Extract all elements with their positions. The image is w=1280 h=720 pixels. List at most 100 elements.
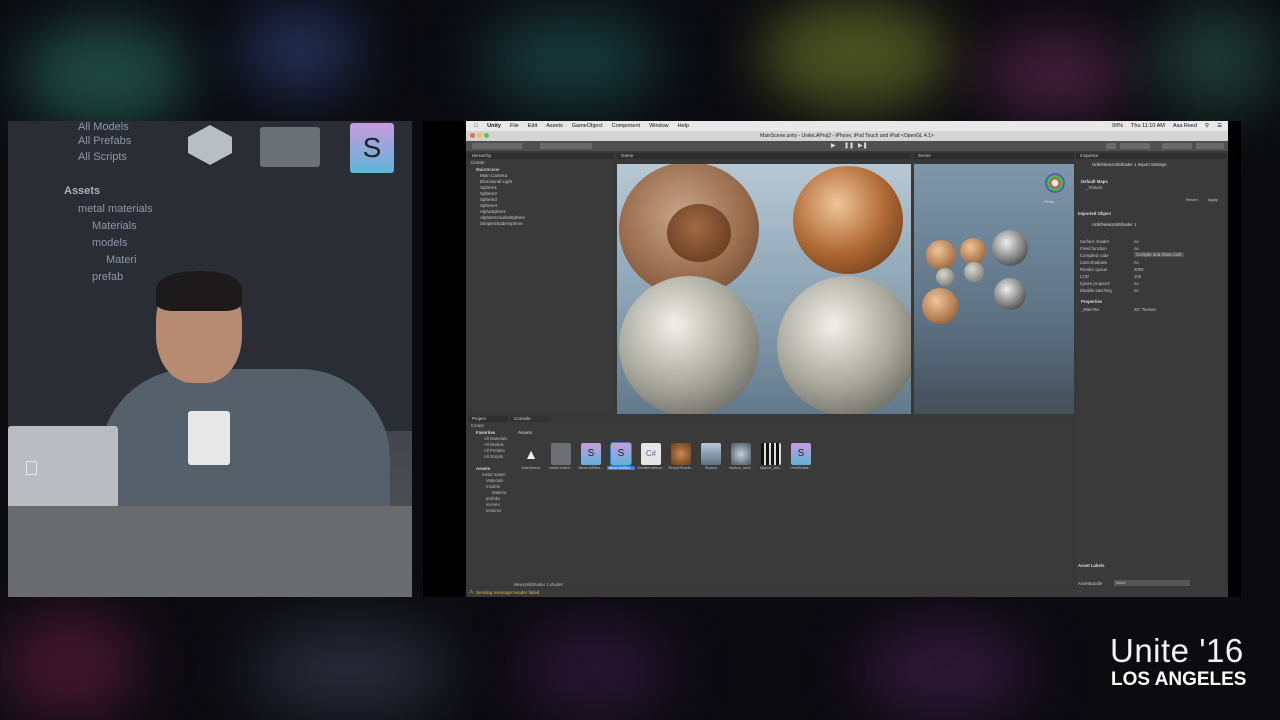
menu-file[interactable]: File xyxy=(510,123,519,129)
folder-icon[interactable] xyxy=(551,443,571,465)
transform-tools[interactable] xyxy=(472,143,522,149)
breadcrumb[interactable]: Assets xyxy=(518,430,532,435)
assets-folder[interactable]: prefabs xyxy=(486,496,500,501)
hierarchy-scene[interactable]: MainScene xyxy=(476,167,500,172)
hierarchy-item[interactable]: Sphere2 xyxy=(480,191,497,196)
hierarchy-create[interactable]: Create xyxy=(471,160,485,165)
speaker-video: All Models All Prefabs All Scripts Asset… xyxy=(8,121,412,597)
asset-bundle-label: AssetBundle xyxy=(1078,581,1103,586)
podium xyxy=(8,506,412,597)
field-label: Cast shadows xyxy=(1080,260,1107,265)
persp-label[interactable]: Persp xyxy=(1044,199,1054,204)
shader-name: Unlit/NewUnlitShader 1 xyxy=(1092,222,1137,227)
apple-menu-icon[interactable]:  xyxy=(474,123,478,129)
speaker-hair xyxy=(156,271,242,311)
tab-scene[interactable]: Scene xyxy=(914,153,1074,159)
shader-icon[interactable]: S xyxy=(610,442,632,466)
hierarchy-item[interactable]: Sphere3 xyxy=(480,197,497,202)
cloud-icon[interactable] xyxy=(1106,143,1116,149)
field-value: no xyxy=(1134,246,1139,251)
hierarchy-item[interactable]: Sphere4 xyxy=(480,203,497,208)
maintex-value: 2D: Texture xyxy=(1134,307,1156,312)
skybox-icon[interactable] xyxy=(701,443,721,465)
rock-sphere-inner xyxy=(667,204,731,262)
assets-folder[interactable]: metal materi xyxy=(482,472,506,477)
compile-show-code-button[interactable]: Compile and show code xyxy=(1134,252,1184,257)
layers-dropdown[interactable] xyxy=(1162,143,1192,149)
revert-button[interactable]: Revert xyxy=(1186,197,1198,202)
field-label: Disable batching xyxy=(1080,288,1112,293)
user-name[interactable]: Asa Reed xyxy=(1173,123,1197,129)
backdrop-label: metal materials xyxy=(78,203,153,215)
assets-folder[interactable]: textures xyxy=(486,508,501,513)
favorites-header[interactable]: Favorites xyxy=(476,430,495,435)
assets-folder[interactable]: Materials xyxy=(486,478,503,483)
hierarchy-item[interactable]: Directional Light xyxy=(480,179,512,184)
status-message[interactable]: Sending message header failed xyxy=(476,590,539,595)
battery-status[interactable]: 99% xyxy=(1112,123,1123,129)
asset-bundle-dropdown[interactable]: None xyxy=(1114,580,1190,586)
minimize-window-button[interactable] xyxy=(477,133,482,138)
shader-icon[interactable]: S xyxy=(581,443,601,465)
assets-folder[interactable]: models xyxy=(486,484,500,489)
app-menu[interactable]: Unity xyxy=(487,123,501,129)
pause-button[interactable]: ❚❚ xyxy=(844,142,854,149)
asset-label: UnlitShade... xyxy=(790,466,812,470)
favorites-item[interactable]: All Models xyxy=(484,442,504,447)
search-icon[interactable]: ⚲ xyxy=(1205,123,1209,129)
assets-folder[interactable]: scenes xyxy=(486,502,500,507)
zoom-window-button[interactable] xyxy=(484,133,489,138)
scene-sphere xyxy=(992,230,1028,266)
layout-dropdown[interactable] xyxy=(1196,143,1224,149)
menu-help[interactable]: Help xyxy=(678,123,689,129)
inspector-asset-title: Unlit/NewUnlitShader 1 Import Settings xyxy=(1092,162,1167,167)
step-button[interactable]: ▶❚ xyxy=(858,142,868,149)
menu-window[interactable]: Window xyxy=(649,123,669,129)
field-value: no xyxy=(1134,281,1139,286)
clock[interactable]: Thu 11:10 AM xyxy=(1131,123,1165,129)
menu-list-icon[interactable]: ☰ xyxy=(1217,123,1222,129)
favorites-item[interactable]: All Materials xyxy=(484,436,507,441)
menu-gameobject[interactable]: GameObject xyxy=(572,123,603,129)
assets-header[interactable]: Assets xyxy=(476,466,490,471)
apply-button[interactable]: Apply xyxy=(1208,197,1218,202)
backdrop-script-icon: S xyxy=(350,123,394,173)
csharp-script-icon[interactable]: C# xyxy=(641,443,661,465)
hierarchy-item[interactable]: SimpleShaderSphere xyxy=(480,221,523,226)
pivot-toggle[interactable] xyxy=(540,143,592,149)
properties-header: Properties xyxy=(1081,299,1103,304)
tab-game[interactable]: Game xyxy=(617,153,911,159)
field-value: no xyxy=(1134,260,1139,265)
close-window-button[interactable] xyxy=(470,133,475,138)
selected-file-path: NewUnlitShader 1.shader xyxy=(514,582,563,587)
laptop:  xyxy=(8,426,118,508)
screen-share:  Unity File Edit Assets GameObject Comp… xyxy=(423,121,1241,597)
menu-edit[interactable]: Edit xyxy=(528,123,537,129)
unity-scene-icon[interactable]: ▲ xyxy=(521,443,541,465)
favorites-item[interactable]: All Scripts xyxy=(484,454,503,459)
backdrop-folder-icon xyxy=(260,127,320,167)
material-icon[interactable] xyxy=(671,443,691,465)
menu-assets[interactable]: Assets xyxy=(546,123,563,129)
project-create[interactable]: Create xyxy=(471,423,484,428)
scene-gizmo-icon[interactable] xyxy=(1044,172,1066,194)
assets-folder[interactable]: Materia xyxy=(492,490,506,495)
account-dropdown[interactable] xyxy=(1120,143,1150,149)
speaker-badge xyxy=(188,411,230,465)
favorites-item[interactable]: All Prefabs xyxy=(484,448,505,453)
asset-label: Skybox xyxy=(704,466,718,470)
shader-icon[interactable]: S xyxy=(791,443,811,465)
asset-label: SimpleShade... xyxy=(668,466,694,470)
skybox-material-icon[interactable] xyxy=(731,443,751,465)
skybox-texture-icon[interactable] xyxy=(761,443,781,465)
texture-row[interactable]: _Texture xyxy=(1086,185,1102,190)
backdrop-label: Materials xyxy=(92,220,137,232)
hierarchy-item[interactable]: Sphere1 xyxy=(480,185,497,190)
hierarchy-item[interactable]: AlphaOccludedSphere xyxy=(480,215,525,220)
editor-toolbar: ▶ ❚❚ ▶❚ xyxy=(466,141,1228,151)
hierarchy-item[interactable]: AlphaSphere xyxy=(480,209,506,214)
play-button[interactable]: ▶ xyxy=(831,142,836,149)
menu-component[interactable]: Component xyxy=(612,123,640,129)
hierarchy-item[interactable]: Main Camera xyxy=(480,173,507,178)
imported-object-header: Imported Object xyxy=(1078,211,1111,216)
